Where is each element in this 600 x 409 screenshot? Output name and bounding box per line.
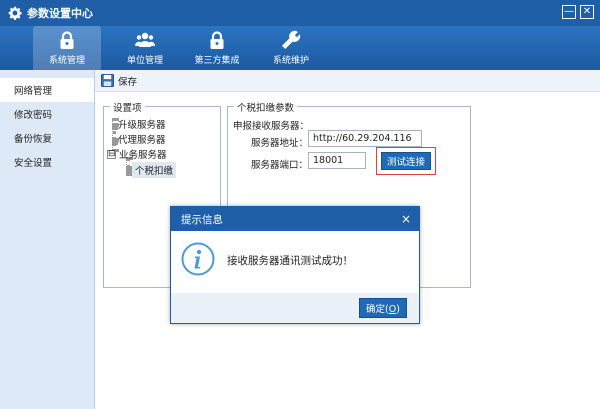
sidebar-item-password[interactable]: 修改密码 — [0, 102, 94, 126]
close-icon: ✕ — [582, 6, 592, 17]
floppy-disk-icon — [101, 74, 114, 87]
lock-icon — [210, 31, 224, 49]
settings-tree-legend: 设置项 — [110, 100, 145, 114]
dialog-body: 接收服务器通讯测试成功！ — [171, 231, 419, 295]
tab-label: 单位管理 — [126, 56, 163, 66]
ok-suffix: ) — [396, 304, 400, 315]
tab-third-party-integration[interactable]: 第三方集成 — [183, 26, 251, 70]
tree-item-upgrade-server[interactable]: 升级服务器 — [118, 117, 166, 131]
tree-item-label: 个税扣缴 — [132, 162, 177, 178]
test-connection-button[interactable]: 测试连接 — [381, 152, 431, 170]
test-button-highlight: 测试连接 — [376, 147, 436, 175]
tree-item-tax-withholding[interactable]: 个税扣缴 — [132, 162, 177, 178]
tree-item-label: 业务服务器 — [119, 150, 167, 161]
collapse-toggle-icon[interactable]: ⊟ — [107, 149, 116, 159]
sidebar: 网络管理 修改密码 备份恢复 安全设置 — [0, 70, 95, 409]
sidebar-item-label: 安全设置 — [14, 158, 53, 169]
tree-item-business-server[interactable]: ⊟ 业务服务器 — [107, 147, 167, 161]
sidebar-item-security[interactable]: 安全设置 — [0, 150, 94, 174]
save-button[interactable]: 保存 — [101, 74, 137, 88]
server-address-input[interactable] — [308, 130, 422, 147]
sidebar-item-label: 网络管理 — [14, 86, 53, 97]
minimize-button[interactable]: — — [562, 5, 576, 19]
dialog-footer: 确定(O) — [171, 293, 419, 323]
save-label: 保存 — [118, 76, 138, 88]
dialog-message: 接收服务器通讯测试成功！ — [227, 255, 353, 267]
dialog-header: 提示信息 × — [171, 207, 419, 231]
ok-label: 确定( — [366, 304, 389, 315]
lock-icon — [60, 31, 74, 49]
tree-item-label: 升级服务器 — [118, 120, 166, 131]
tree-item-label: 代理服务器 — [118, 135, 166, 146]
server-port-input[interactable] — [308, 152, 366, 169]
dialog-title: 提示信息 — [181, 213, 223, 226]
tab-unit-management[interactable]: 单位管理 — [111, 26, 179, 70]
users-icon — [135, 32, 155, 47]
tab-system-maintenance[interactable]: 系统维护 — [257, 26, 325, 70]
window-controls: — ✕ — [562, 5, 594, 19]
top-nav: 系统管理 单位管理 第三方集成 系统维护 — [0, 26, 600, 70]
tab-label: 系统维护 — [272, 56, 309, 66]
info-icon — [181, 242, 215, 276]
wrench-icon — [282, 30, 301, 49]
tab-system-management[interactable]: 系统管理 — [33, 26, 101, 70]
tab-label: 第三方集成 — [194, 56, 240, 66]
dialog-close-icon[interactable]: × — [401, 212, 411, 226]
sidebar-item-label: 修改密码 — [14, 110, 53, 121]
close-button[interactable]: ✕ — [580, 5, 594, 19]
gear-icon — [8, 6, 22, 20]
window-title: 参数设置中心 — [27, 7, 93, 20]
sidebar-item-label: 备份恢复 — [14, 134, 53, 145]
minimize-icon: — — [564, 6, 574, 17]
sidebar-item-backup[interactable]: 备份恢复 — [0, 126, 94, 150]
server-port-label: 服务器端口： — [251, 160, 309, 171]
tax-params-legend: 个税扣缴参数 — [234, 100, 298, 114]
tree-item-proxy-server[interactable]: 代理服务器 — [118, 132, 166, 146]
ok-button[interactable]: 确定(O) — [359, 298, 407, 318]
info-dialog: 提示信息 × 接收服务器通讯测试成功！ 确定(O) — [170, 206, 420, 324]
title-bar: 参数设置中心 — ✕ — [0, 0, 600, 26]
sidebar-item-network[interactable]: 网络管理 — [0, 78, 94, 102]
tab-label: 系统管理 — [48, 56, 85, 66]
server-address-label: 服务器地址： — [251, 138, 309, 149]
toolbar: 保存 — [95, 70, 600, 92]
receive-server-label: 申报接收服务器： — [233, 121, 310, 132]
